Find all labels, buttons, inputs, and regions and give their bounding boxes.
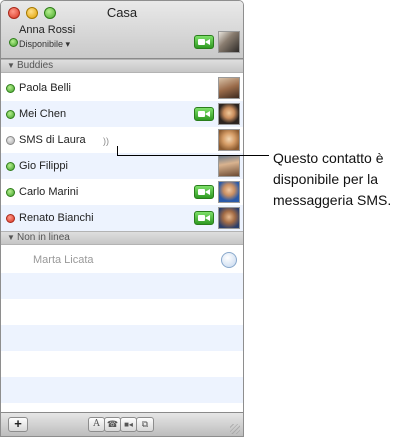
buddy-row[interactable]: Gio Filippi — [1, 153, 243, 179]
callout-line-3: messaggeria SMS. — [273, 192, 392, 208]
available-status-icon — [6, 110, 15, 119]
empty-row — [1, 299, 243, 325]
empty-row — [1, 351, 243, 377]
buddy-name: Gio Filippi — [19, 160, 68, 172]
group-label: Buddies — [17, 60, 54, 71]
buddy-avatar — [218, 181, 240, 203]
available-status-icon — [6, 84, 15, 93]
my-video-camera-icon[interactable] — [194, 35, 214, 54]
buddy-row[interactable]: Carlo Marini — [1, 179, 243, 205]
buddy-name: SMS di Laura — [19, 134, 86, 146]
buddy-avatar — [218, 155, 240, 177]
ichat-buddy-list-window: Casa Anna Rossi Disponibile ▾ ▼ Buddies … — [0, 0, 244, 437]
group-header-offline[interactable]: ▼ Non in linea — [1, 231, 243, 245]
my-status-menu[interactable]: Disponibile ▾ — [19, 39, 70, 50]
audio-chat-button[interactable]: ☎ — [104, 417, 121, 432]
sms-status-icon — [6, 136, 15, 145]
buddy-row[interactable]: Renato Bianchi — [1, 205, 243, 231]
add-buddy-button[interactable]: + — [8, 417, 28, 432]
video-chat-icon[interactable] — [194, 107, 214, 126]
disclosure-triangle-icon[interactable]: ▼ — [7, 60, 15, 72]
offline-buddy-row[interactable]: Marta Licata — [1, 247, 243, 273]
empty-row — [1, 273, 243, 299]
video-chat-button[interactable]: ■◂ — [120, 417, 137, 432]
buddy-avatar — [218, 103, 240, 125]
buddy-row[interactable]: Mei Chen — [1, 101, 243, 127]
disclosure-triangle-icon[interactable]: ▼ — [7, 232, 15, 244]
busy-status-icon — [6, 214, 15, 223]
buddy-name: Carlo Marini — [19, 186, 79, 198]
my-name: Anna Rossi — [19, 24, 76, 36]
available-status-icon — [6, 162, 15, 171]
buddy-row[interactable]: SMS di Laura )) — [1, 127, 243, 153]
available-status-icon — [6, 188, 15, 197]
empty-row — [1, 325, 243, 351]
resize-grip-icon[interactable] — [230, 424, 240, 434]
window-title: Casa — [106, 5, 138, 20]
callout-annotation: Questo contatto è disponibile per la mes… — [273, 148, 413, 211]
callout-line-2: disponibile per la — [273, 171, 379, 187]
group-label: Non in linea — [17, 232, 70, 243]
buddy-name: Mei Chen — [19, 108, 67, 120]
callout-line-horizontal — [117, 155, 269, 156]
title-bar: Casa Anna Rossi Disponibile ▾ — [1, 1, 243, 59]
my-avatar[interactable] — [218, 31, 240, 53]
group-header-buddies[interactable]: ▼ Buddies — [1, 59, 243, 73]
my-status-indicator-icon — [9, 38, 18, 47]
empty-row — [1, 377, 243, 403]
buddy-name: Renato Bianchi — [19, 212, 94, 224]
default-avatar-icon — [221, 252, 237, 268]
video-chat-icon[interactable] — [194, 211, 214, 230]
buddy-avatar — [218, 129, 240, 151]
callout-line-1: Questo contatto è — [273, 150, 384, 166]
buddy-avatar — [218, 207, 240, 229]
sms-signal-icon: )) — [103, 136, 109, 146]
video-chat-icon[interactable] — [194, 185, 214, 204]
buddy-row[interactable]: Paola Belli — [1, 75, 243, 101]
text-chat-button[interactable]: A — [88, 417, 105, 432]
buddy-avatar — [218, 77, 240, 99]
screen-sharing-button[interactable]: ⧉ — [136, 417, 154, 432]
buddy-name: Marta Licata — [33, 254, 94, 266]
bottom-toolbar: + A ☎ ■◂ ⧉ — [1, 412, 243, 436]
buddy-name: Paola Belli — [19, 82, 71, 94]
